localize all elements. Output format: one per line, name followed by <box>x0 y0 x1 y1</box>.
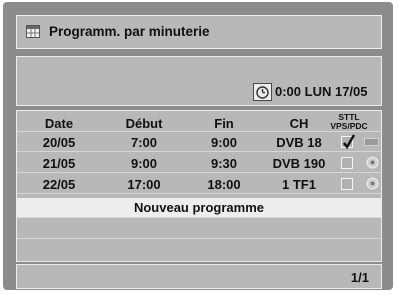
col-debut: Début <box>125 116 163 131</box>
table-row[interactable]: 21/05 9:00 9:30 DVB 190 <box>17 153 381 173</box>
sttl-checkbox[interactable] <box>341 178 353 190</box>
col-sttl-vps: STTL VPS/PDC <box>330 112 368 131</box>
disc-icon <box>366 177 379 190</box>
page-title: Programm. par minuterie <box>49 24 210 39</box>
grid-icon <box>26 25 40 38</box>
info-panel: 0:00 LUN 17/05 <box>16 56 382 106</box>
col-date: Date <box>44 116 74 131</box>
table-row[interactable]: 20/05 7:00 9:00 DVB 18 <box>17 132 381 152</box>
current-time: 0:00 LUN 17/05 <box>275 84 368 99</box>
vps-box-icon <box>364 138 379 146</box>
clock-icon <box>253 83 272 101</box>
empty-row[interactable] <box>17 217 381 238</box>
page-indicator: 1/1 <box>350 270 369 285</box>
timer-programming-screen: Programm. par minuterie 0:00 LUN 17/05 D… <box>3 2 393 290</box>
title-bar: Programm. par minuterie <box>16 15 382 49</box>
col-fin: Fin <box>214 116 234 131</box>
table-row[interactable]: 22/05 17:00 18:00 1 TF1 <box>17 174 381 194</box>
sttl-checkbox[interactable] <box>341 157 353 169</box>
disc-icon <box>366 156 379 169</box>
program-table: Date Début Fin CH STTL VPS/PDC 20/05 7:0… <box>16 110 382 262</box>
page-footer: 1/1 <box>16 264 382 289</box>
empty-row[interactable] <box>17 238 381 259</box>
table-header: Date Début Fin CH STTL VPS/PDC <box>17 113 381 132</box>
new-program-button[interactable]: Nouveau programme <box>17 198 381 217</box>
sttl-checkbox[interactable] <box>341 134 356 149</box>
